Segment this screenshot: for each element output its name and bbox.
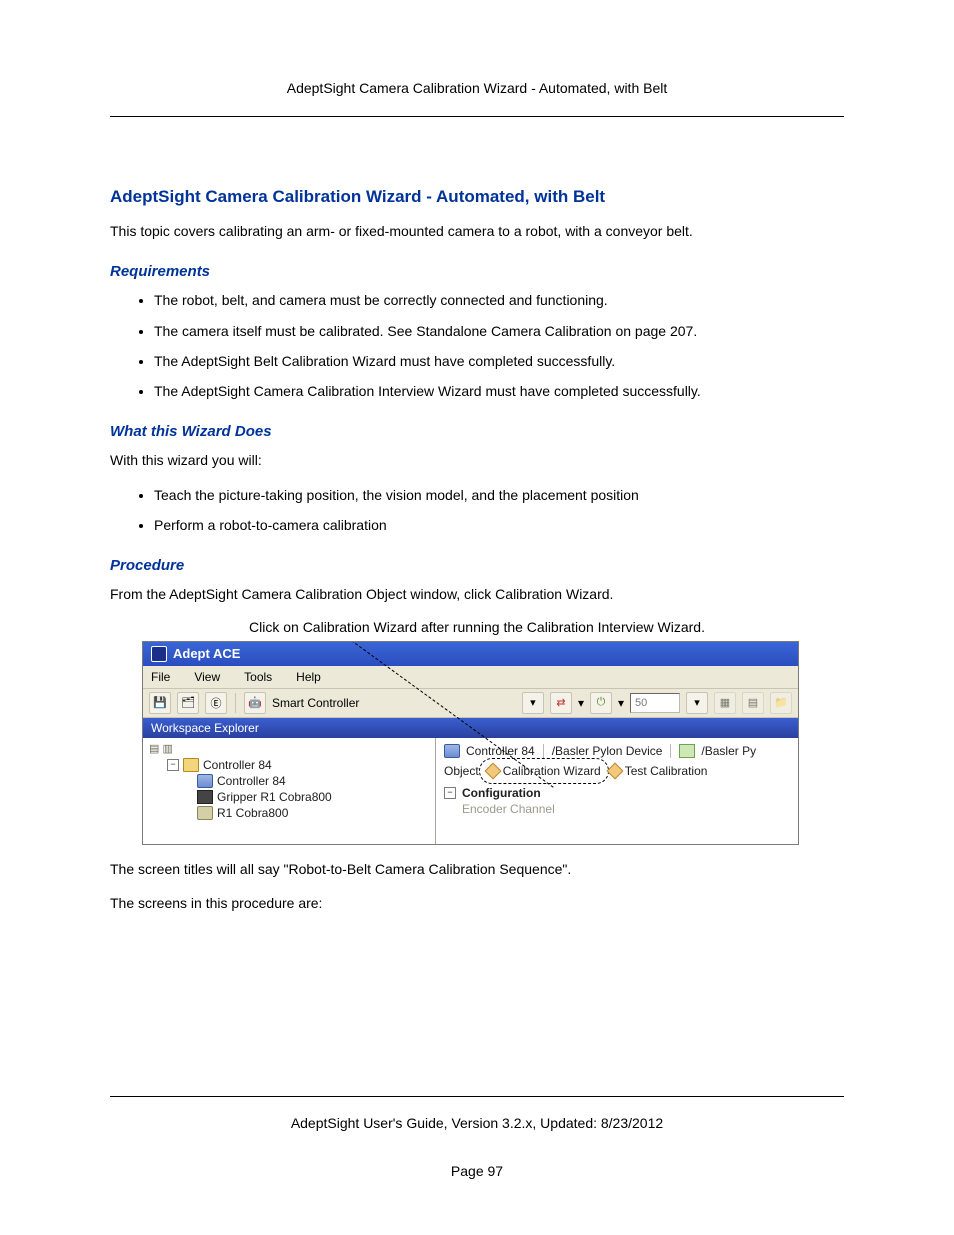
tree-node-gripper[interactable]: Gripper R1 Cobra800	[149, 789, 429, 805]
menu-view[interactable]: View	[194, 670, 220, 684]
intro-paragraph: This topic covers calibrating an arm- or…	[110, 221, 844, 241]
configuration-heading: Configuration	[462, 786, 541, 800]
heading-requirements: Requirements	[110, 263, 844, 280]
dropdown-arrow-icon[interactable]: ▾	[522, 692, 544, 714]
list-item: The AdeptSight Belt Calibration Wizard m…	[154, 351, 844, 371]
list-item: The robot, belt, and camera must be corr…	[154, 290, 844, 310]
what-lead: With this wizard you will:	[110, 450, 844, 470]
calibration-wizard-label: Calibration Wizard	[503, 764, 601, 778]
window-title: Adept ACE	[173, 646, 240, 661]
tool-a-icon[interactable]: ▦	[714, 692, 736, 714]
menu-help[interactable]: Help	[296, 670, 321, 684]
dropdown-sep: ▾	[578, 696, 584, 710]
speed-field[interactable]: 50	[630, 693, 680, 713]
footer-rule	[110, 1096, 844, 1097]
controller-icon	[197, 774, 213, 788]
list-item: Perform a robot-to-camera calibration	[154, 515, 844, 535]
tool-b-icon[interactable]: ▤	[742, 692, 764, 714]
requirements-list: The robot, belt, and camera must be corr…	[110, 290, 844, 401]
test-calibration-label: Test Calibration	[625, 764, 708, 778]
app-icon	[151, 646, 167, 662]
folder-icon	[183, 758, 199, 772]
configuration-row[interactable]: − Configuration	[444, 786, 790, 800]
toolbar: 💾 🗂 Ⓔ 🤖 Smart Controller ▾ ⇄ ▾ ⏻ ▾ 50 ▾ …	[143, 688, 798, 718]
menu-tools[interactable]: Tools	[244, 670, 272, 684]
page-footer: AdeptSight User's Guide, Version 3.2.x, …	[110, 1089, 844, 1179]
running-header: AdeptSight Camera Calibration Wizard - A…	[110, 80, 844, 96]
menubar: File View Tools Help	[143, 666, 798, 688]
breadcrumb-item[interactable]: Controller 84	[466, 744, 535, 758]
folder-icon[interactable]: 📁	[770, 692, 792, 714]
calibration-wizard-button[interactable]: Calibration Wizard	[485, 764, 603, 778]
figure-caption: Click on Calibration Wizard after runnin…	[110, 619, 844, 635]
procedure-note-1: The screen titles will all say "Robot-to…	[110, 859, 844, 879]
wand-icon	[484, 762, 501, 779]
detail-pane: Controller 84 /Basler Pylon Device /Basl…	[436, 738, 798, 844]
procedure-note-2: The screens in this procedure are:	[110, 893, 844, 913]
dropdown-icon[interactable]: ▾	[686, 692, 708, 714]
procedure-lead: From the AdeptSight Camera Calibration O…	[110, 584, 844, 604]
screenshot: Adept ACE File View Tools Help 💾 🗂 Ⓔ 🤖 S…	[142, 641, 799, 845]
dropdown-sep2: ▾	[618, 696, 624, 710]
menu-file[interactable]: File	[151, 670, 170, 684]
object-label: Object	[444, 764, 479, 778]
tree-label: Controller 84	[203, 758, 272, 772]
heading-what: What this Wizard Does	[110, 423, 844, 440]
breadcrumb-item[interactable]: /Basler Py	[701, 744, 756, 758]
wand-icon	[606, 762, 623, 779]
e-icon[interactable]: Ⓔ	[205, 692, 227, 714]
page-number: Page 97	[110, 1163, 844, 1179]
expander-icon[interactable]: −	[444, 787, 456, 799]
robot-icon	[197, 806, 213, 820]
test-calibration-button[interactable]: Test Calibration	[609, 764, 708, 778]
robot-icon[interactable]: 🤖	[244, 692, 266, 714]
tree-node-robot[interactable]: R1 Cobra800	[149, 805, 429, 821]
save-all-icon[interactable]: 🗂	[177, 692, 199, 714]
connect-icon[interactable]: ⇄	[550, 692, 572, 714]
picture-icon	[679, 744, 695, 758]
breadcrumb-item[interactable]: /Basler Pylon Device	[552, 744, 663, 758]
tree-label: Gripper R1 Cobra800	[217, 790, 332, 804]
separator	[543, 744, 544, 758]
save-icon[interactable]: 💾	[149, 692, 171, 714]
header-rule	[110, 116, 844, 117]
separator	[670, 744, 671, 758]
what-list: Teach the picture-taking position, the v…	[110, 485, 844, 536]
toolbar-separator	[235, 693, 236, 713]
list-item: The AdeptSight Camera Calibration Interv…	[154, 381, 844, 401]
tree-node-controller[interactable]: − Controller 84	[149, 757, 429, 773]
workspace-tree: ▤ ▥ − Controller 84 Controller 84 Grippe…	[143, 738, 436, 844]
configuration-subitem: Encoder Channel	[462, 802, 790, 816]
heading-procedure: Procedure	[110, 557, 844, 574]
tree-label: Controller 84	[217, 774, 286, 788]
footer-guide: AdeptSight User's Guide, Version 3.2.x, …	[110, 1115, 844, 1131]
tree-toolbar-icons: ▤ ▥	[149, 742, 429, 755]
controller-label: Smart Controller	[272, 696, 359, 710]
tree-node-controller-child[interactable]: Controller 84	[149, 773, 429, 789]
tree-label: R1 Cobra800	[217, 806, 288, 820]
power-icon[interactable]: ⏻	[590, 692, 612, 714]
gripper-icon	[197, 790, 213, 804]
list-item: The camera itself must be calibrated. Se…	[154, 321, 844, 341]
controller-icon	[444, 744, 460, 758]
page-title: AdeptSight Camera Calibration Wizard - A…	[110, 187, 844, 207]
expander-icon[interactable]: −	[167, 759, 179, 771]
window-titlebar: Adept ACE	[143, 642, 798, 666]
list-item: Teach the picture-taking position, the v…	[154, 485, 844, 505]
